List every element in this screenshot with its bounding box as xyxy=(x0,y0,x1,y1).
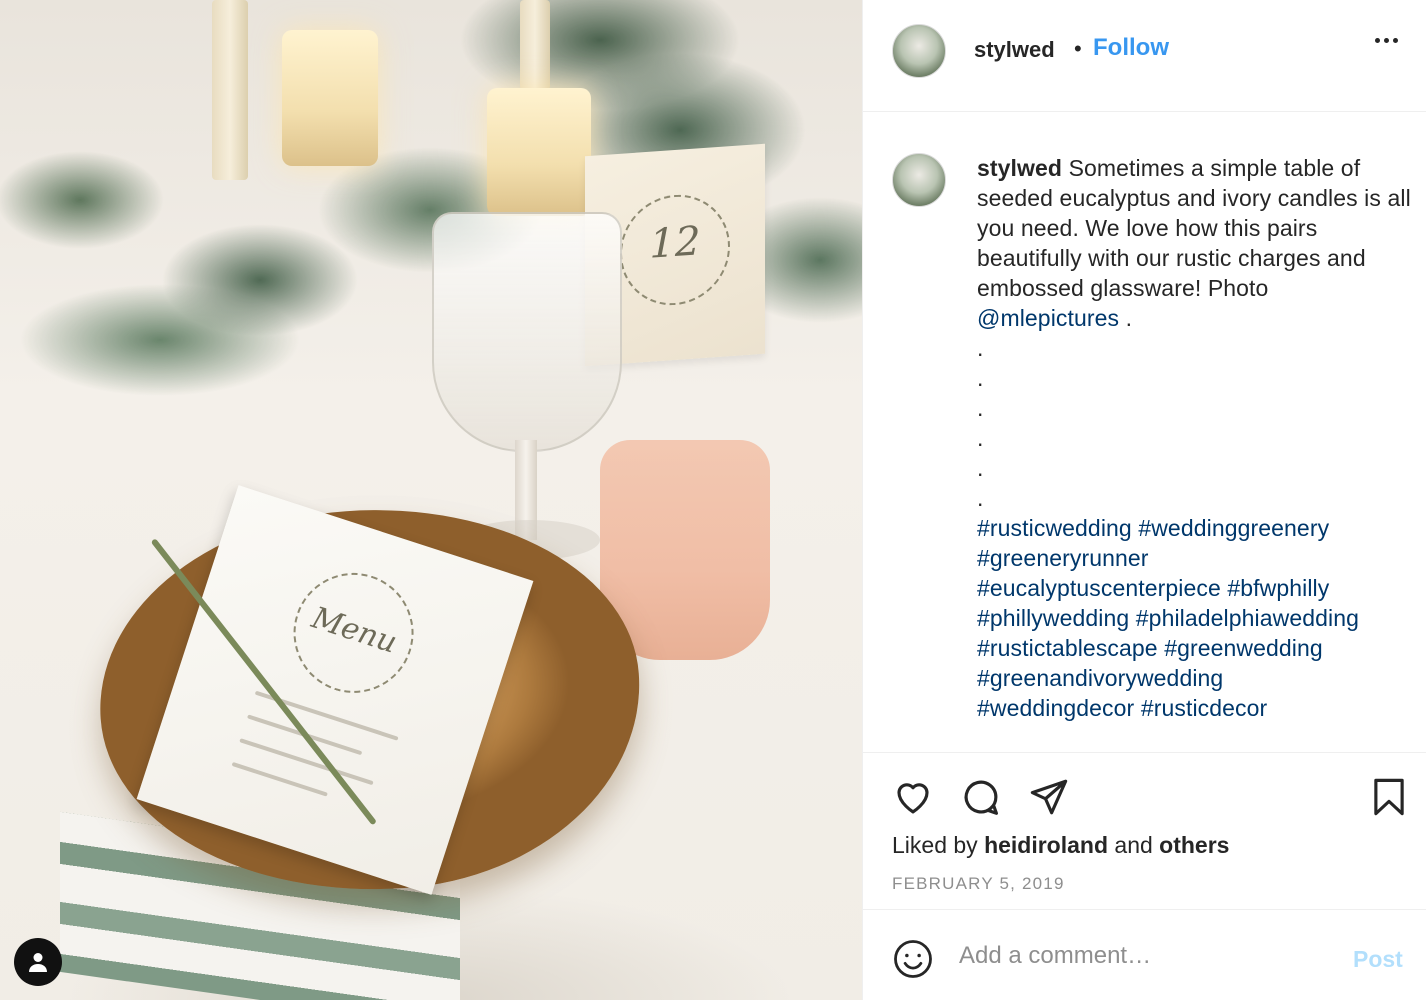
caption-dots: . . . . . . xyxy=(977,333,1417,513)
liked-by-middle: and xyxy=(1114,832,1153,858)
post-date[interactable]: FEBRUARY 5, 2019 xyxy=(892,874,1065,894)
caption-dot: . xyxy=(977,455,984,481)
tagged-user-icon[interactable] xyxy=(14,938,62,986)
caption-dot: . xyxy=(977,395,984,421)
hashtag-link[interactable]: #philadelphiawedding xyxy=(1136,605,1359,631)
liked-by-prefix: Liked by xyxy=(892,832,978,858)
hashtag-link[interactable]: #weddingdecor xyxy=(977,695,1134,721)
author-username[interactable]: stylwed xyxy=(974,37,1055,63)
comment-input[interactable] xyxy=(959,938,1339,974)
hashtag-link[interactable]: #eucalyptuscenterpiece xyxy=(977,575,1221,601)
caption-dot: . xyxy=(977,485,984,511)
emoji-icon[interactable] xyxy=(892,938,934,985)
more-horizontal-icon[interactable] xyxy=(1375,38,1398,43)
comment-icon[interactable] xyxy=(958,774,1004,820)
post-comment-button[interactable]: Post xyxy=(1353,946,1403,973)
user-icon xyxy=(29,953,47,972)
post-photo[interactable]: 12 Menu xyxy=(0,0,862,1000)
hashtag-link[interactable]: #weddinggreenery xyxy=(1138,515,1329,541)
hashtag-link[interactable]: #bfwphilly xyxy=(1227,575,1329,601)
heart-icon[interactable] xyxy=(890,774,936,820)
follow-button[interactable]: Follow xyxy=(1093,34,1169,62)
taper-candle xyxy=(520,0,550,90)
wine-glass xyxy=(432,212,622,452)
hashtag-link[interactable]: #greenandivorywedding xyxy=(977,665,1223,691)
author-avatar[interactable] xyxy=(892,24,946,78)
pillar-candle xyxy=(487,88,591,216)
hashtag-link[interactable]: #greenwedding xyxy=(1164,635,1323,661)
caption-dot: . xyxy=(977,425,984,451)
hashtag-link[interactable]: #phillywedding xyxy=(977,605,1129,631)
hashtag-block: #rusticwedding #weddinggreenery #greener… xyxy=(977,513,1417,723)
caption-dot: . xyxy=(977,365,984,391)
mention-link[interactable]: @mlepictures xyxy=(977,305,1119,331)
caption-dot: . xyxy=(977,335,984,361)
hashtag-link[interactable]: #rustictablescape xyxy=(977,635,1158,661)
action-bar: Liked by heidiroland and others FEBRUARY… xyxy=(863,760,1426,910)
post-sidebar: stylwed • Follow stylwed Sometimes a sim… xyxy=(862,0,1426,1000)
pillar-candle xyxy=(282,30,378,166)
menu-line xyxy=(239,738,374,786)
liked-by-user[interactable]: heidiroland xyxy=(984,832,1108,858)
share-icon[interactable] xyxy=(1026,774,1072,820)
caption-author-avatar[interactable] xyxy=(892,153,946,207)
caption-section: stylwed Sometimes a simple table of seed… xyxy=(863,113,1426,753)
mention-trailing-dot: . xyxy=(1125,305,1133,331)
caption-author-username[interactable]: stylwed xyxy=(977,155,1062,181)
hashtag-link[interactable]: #rusticdecor xyxy=(1141,695,1267,721)
post-header: stylwed • Follow xyxy=(863,0,1426,112)
liked-by-others[interactable]: others xyxy=(1159,832,1229,858)
caption-text: stylwed Sometimes a simple table of seed… xyxy=(977,153,1417,723)
comment-bar: Post xyxy=(863,912,1426,1000)
bookmark-icon[interactable] xyxy=(1366,774,1412,820)
likes-summary: Liked by heidiroland and others xyxy=(892,832,1229,859)
taper-candle xyxy=(212,0,248,180)
hashtag-link[interactable]: #rusticwedding xyxy=(977,515,1132,541)
separator-dot: • xyxy=(1074,36,1082,61)
hashtag-link[interactable]: #greeneryrunner xyxy=(977,545,1149,571)
menu-line xyxy=(231,761,328,797)
